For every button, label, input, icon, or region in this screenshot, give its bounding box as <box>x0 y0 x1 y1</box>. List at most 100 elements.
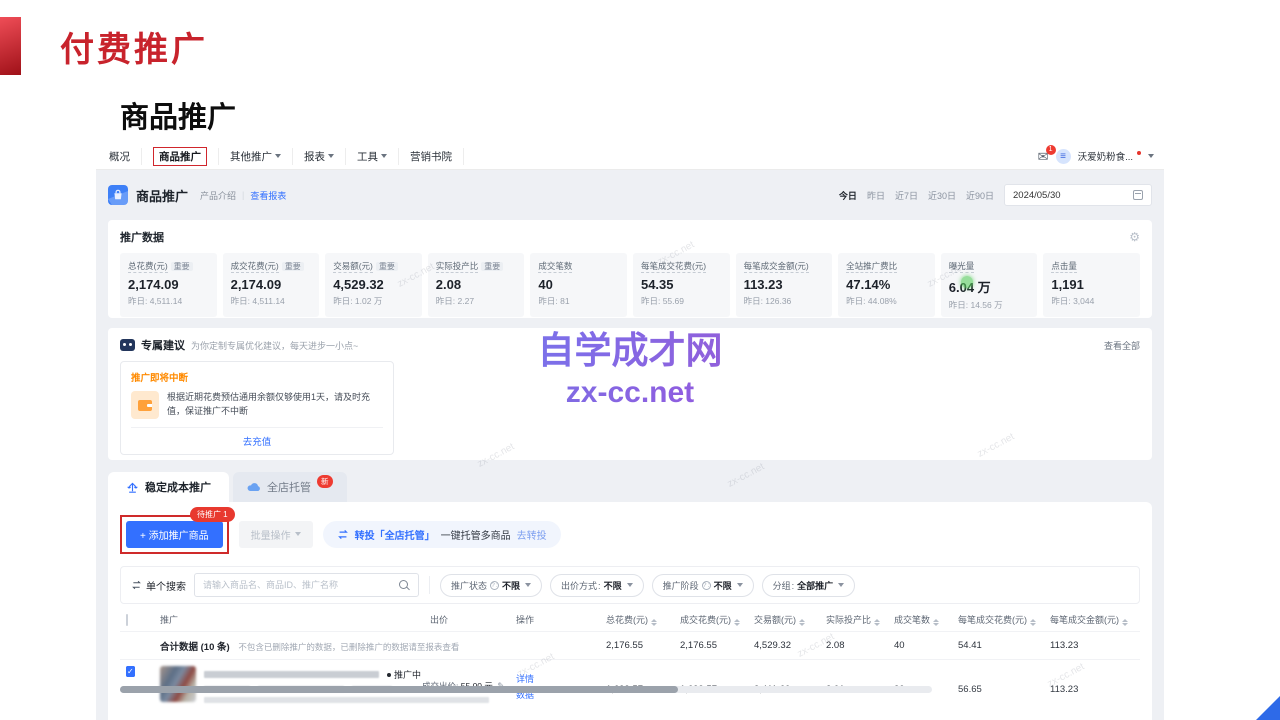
metric-tile-total-cost[interactable]: 总花费(元)重要 2,174.09 昨日: 4,511.14 <box>120 253 217 317</box>
range-today[interactable]: 今日 <box>839 189 857 202</box>
view-all-link[interactable]: 查看全部 <box>1104 339 1140 352</box>
blur-bar <box>204 671 379 678</box>
nav-tab-overview[interactable]: 概况 <box>98 148 142 165</box>
promo-tabs: 稳定成本推广 全店托管 新 <box>108 472 1152 502</box>
metric-tile-cost-per-order[interactable]: 每笔成交花费(元) 54.35 昨日: 55.69 <box>633 253 730 317</box>
product-intro-link[interactable]: 产品介绍 <box>200 189 236 202</box>
sort-icon[interactable] <box>799 619 805 626</box>
recharge-link[interactable]: 去充值 <box>131 427 383 454</box>
gear-icon[interactable]: ⚙ <box>1129 231 1140 243</box>
product-thumbnail <box>160 666 196 702</box>
filter-group[interactable]: 分组 全部推广 <box>762 574 856 597</box>
horizontal-scrollbar[interactable] <box>120 686 932 693</box>
metric-tile-fee-ratio[interactable]: 全站推广费比 47.14% 昨日: 44.08% <box>838 253 935 317</box>
nav-tab-product-promo[interactable]: 商品推广 <box>142 148 219 165</box>
date-range-controls: 今日 昨日 近7日 近30日 近90日 2024/05/30 <box>839 184 1152 206</box>
range-90d[interactable]: 近90日 <box>966 189 994 202</box>
sort-icon[interactable] <box>1030 619 1036 626</box>
transfer-title: 转投「全店托管」 <box>355 527 435 542</box>
nav-tab-reports[interactable]: 报表 <box>293 148 346 165</box>
summary-orders: 40 <box>888 640 952 651</box>
slide-page: 付费推广 商品推广 概况 商品推广 其他推广 报表 工具 营销书院 ✉ 1 ≡ … <box>0 0 1280 720</box>
advice-description: 根据近期花费预估通用余额仅够使用1天，请及时充值，保证推广不中断 <box>167 391 383 419</box>
tab-full-store-managed[interactable]: 全店托管 新 <box>233 472 347 502</box>
toggle-mode-icon <box>131 580 142 590</box>
row-checkbox[interactable]: ✓ <box>126 666 135 677</box>
scale-icon <box>126 481 139 494</box>
detail-link[interactable]: 详情 <box>516 672 600 685</box>
sort-icon[interactable] <box>933 619 939 626</box>
filter-bid-type[interactable]: 出价方式 不限 <box>550 574 644 597</box>
col-gmv[interactable]: 交易额(元) <box>748 613 820 626</box>
col-orders[interactable]: 成交笔数 <box>888 613 952 626</box>
range-30d[interactable]: 近30日 <box>928 189 956 202</box>
wallet-icon <box>131 391 159 419</box>
pending-promo-badge: 待推广 1 <box>190 507 235 522</box>
divider: | <box>242 190 244 200</box>
col-total-cost[interactable]: 总花费(元) <box>600 613 674 626</box>
summary-label: 合计数据 (10 条) <box>160 642 230 653</box>
filter-promo-stage[interactable]: 推广阶段 不限 <box>652 574 754 597</box>
pill-label: 推广状态 <box>451 579 487 592</box>
col-amount-per-order[interactable]: 每笔成交金额(元) <box>1044 613 1140 626</box>
search-mode-label: 单个搜索 <box>146 578 186 593</box>
account-name[interactable]: 沃爱奶粉食... <box>1078 149 1133 163</box>
mail-icon[interactable]: ✉ 1 <box>1038 150 1049 163</box>
scrollbar-thumb[interactable] <box>120 686 678 693</box>
tab-label: 全店托管 <box>267 479 311 495</box>
metric-tile-amount-per-order[interactable]: 每笔成交金额(元) 113.23 昨日: 126.36 <box>736 253 833 317</box>
metric-tile-clicks[interactable]: 点击量 1,191 昨日: 3,044 <box>1043 253 1140 317</box>
range-7d[interactable]: 近7日 <box>895 189 918 202</box>
select-all-checkbox[interactable] <box>126 614 128 626</box>
summary-cost-per-order: 54.41 <box>952 640 1044 651</box>
product-cell[interactable]: 推广中 <box>154 666 424 703</box>
add-promo-product-button[interactable]: + 添加推广商品 <box>126 521 223 548</box>
nav-tab-other-promo[interactable]: 其他推广 <box>219 148 293 165</box>
sort-icon[interactable] <box>734 619 740 626</box>
col-roi[interactable]: 实际投产比 <box>820 613 888 626</box>
nav-account-area: ✉ 1 ≡ 沃爱奶粉食... <box>1038 149 1154 164</box>
slide-subtitle: 商品推广 <box>120 94 236 136</box>
page-header: 商品推广 产品介绍 | 查看报表 今日 昨日 近7日 近30日 近90日 202… <box>108 178 1152 212</box>
search-icon[interactable] <box>399 580 410 591</box>
search-mode-toggle[interactable]: 单个搜索 <box>131 578 186 593</box>
suggestion-subtitle: 为你定制专属优化建议，每天进步一小点~ <box>191 339 358 352</box>
metric-tile-orders[interactable]: 成交笔数 40 昨日: 81 <box>530 253 627 317</box>
pill-value: 不限 <box>714 579 732 592</box>
avatar[interactable]: ≡ <box>1056 149 1071 164</box>
chevron-down-icon[interactable] <box>1148 154 1154 158</box>
col-actions: 操作 <box>510 613 600 626</box>
chevron-down-icon <box>381 154 387 158</box>
red-accent-square <box>0 17 21 75</box>
view-report-link[interactable]: 查看报表 <box>250 189 286 202</box>
info-icon <box>490 581 499 590</box>
filter-promo-status[interactable]: 推广状态 不限 <box>440 574 542 597</box>
pill-label: 推广阶段 <box>663 579 699 592</box>
nav-tab-academy[interactable]: 营销书院 <box>399 148 464 165</box>
metric-tile-gmv[interactable]: 交易额(元)重要 4,529.32 昨日: 1.02 万 <box>325 253 422 317</box>
filter-bar: 单个搜索 推广状态 不限 出价方式 不限 <box>120 566 1140 604</box>
range-yesterday[interactable]: 昨日 <box>867 189 885 202</box>
important-badge: 重要 <box>282 262 304 271</box>
toolbar: + 添加推广商品 待推广 1 批量操作 转投「全店托管」 一键托管多商品 去转投 <box>120 512 1140 556</box>
batch-actions-button[interactable]: 批量操作 <box>239 521 313 548</box>
chevron-down-icon <box>275 154 281 158</box>
sort-icon[interactable] <box>651 619 657 626</box>
nav-tab-label: 概况 <box>109 149 130 164</box>
metric-tile-deal-cost[interactable]: 成交花费(元)重要 2,174.09 昨日: 4,511.14 <box>223 253 320 317</box>
transfer-banner[interactable]: 转投「全店托管」 一键托管多商品 去转投 <box>323 521 561 548</box>
sort-icon[interactable] <box>1122 619 1128 626</box>
go-transfer-link[interactable]: 去转投 <box>517 527 547 542</box>
nav-tab-tools[interactable]: 工具 <box>346 148 399 165</box>
metric-tile-roi[interactable]: 实际投产比重要 2.08 昨日: 2.27 <box>428 253 525 317</box>
row-actions: 详情 数据 <box>510 666 600 701</box>
col-cost-per-order[interactable]: 每笔成交花费(元) <box>952 613 1044 626</box>
col-deal-cost[interactable]: 成交花费(元) <box>674 613 748 626</box>
tab-stable-cost-promo[interactable]: 稳定成本推广 <box>108 472 229 502</box>
search-box <box>194 573 419 597</box>
date-picker[interactable]: 2024/05/30 <box>1004 184 1152 206</box>
suggestion-title: 专属建议 <box>141 337 185 353</box>
sort-icon[interactable] <box>874 619 880 626</box>
search-input[interactable] <box>203 580 393 590</box>
metric-tile-impressions[interactable]: 曝光量 6.04 万 昨日: 14.56 万 <box>941 253 1038 317</box>
